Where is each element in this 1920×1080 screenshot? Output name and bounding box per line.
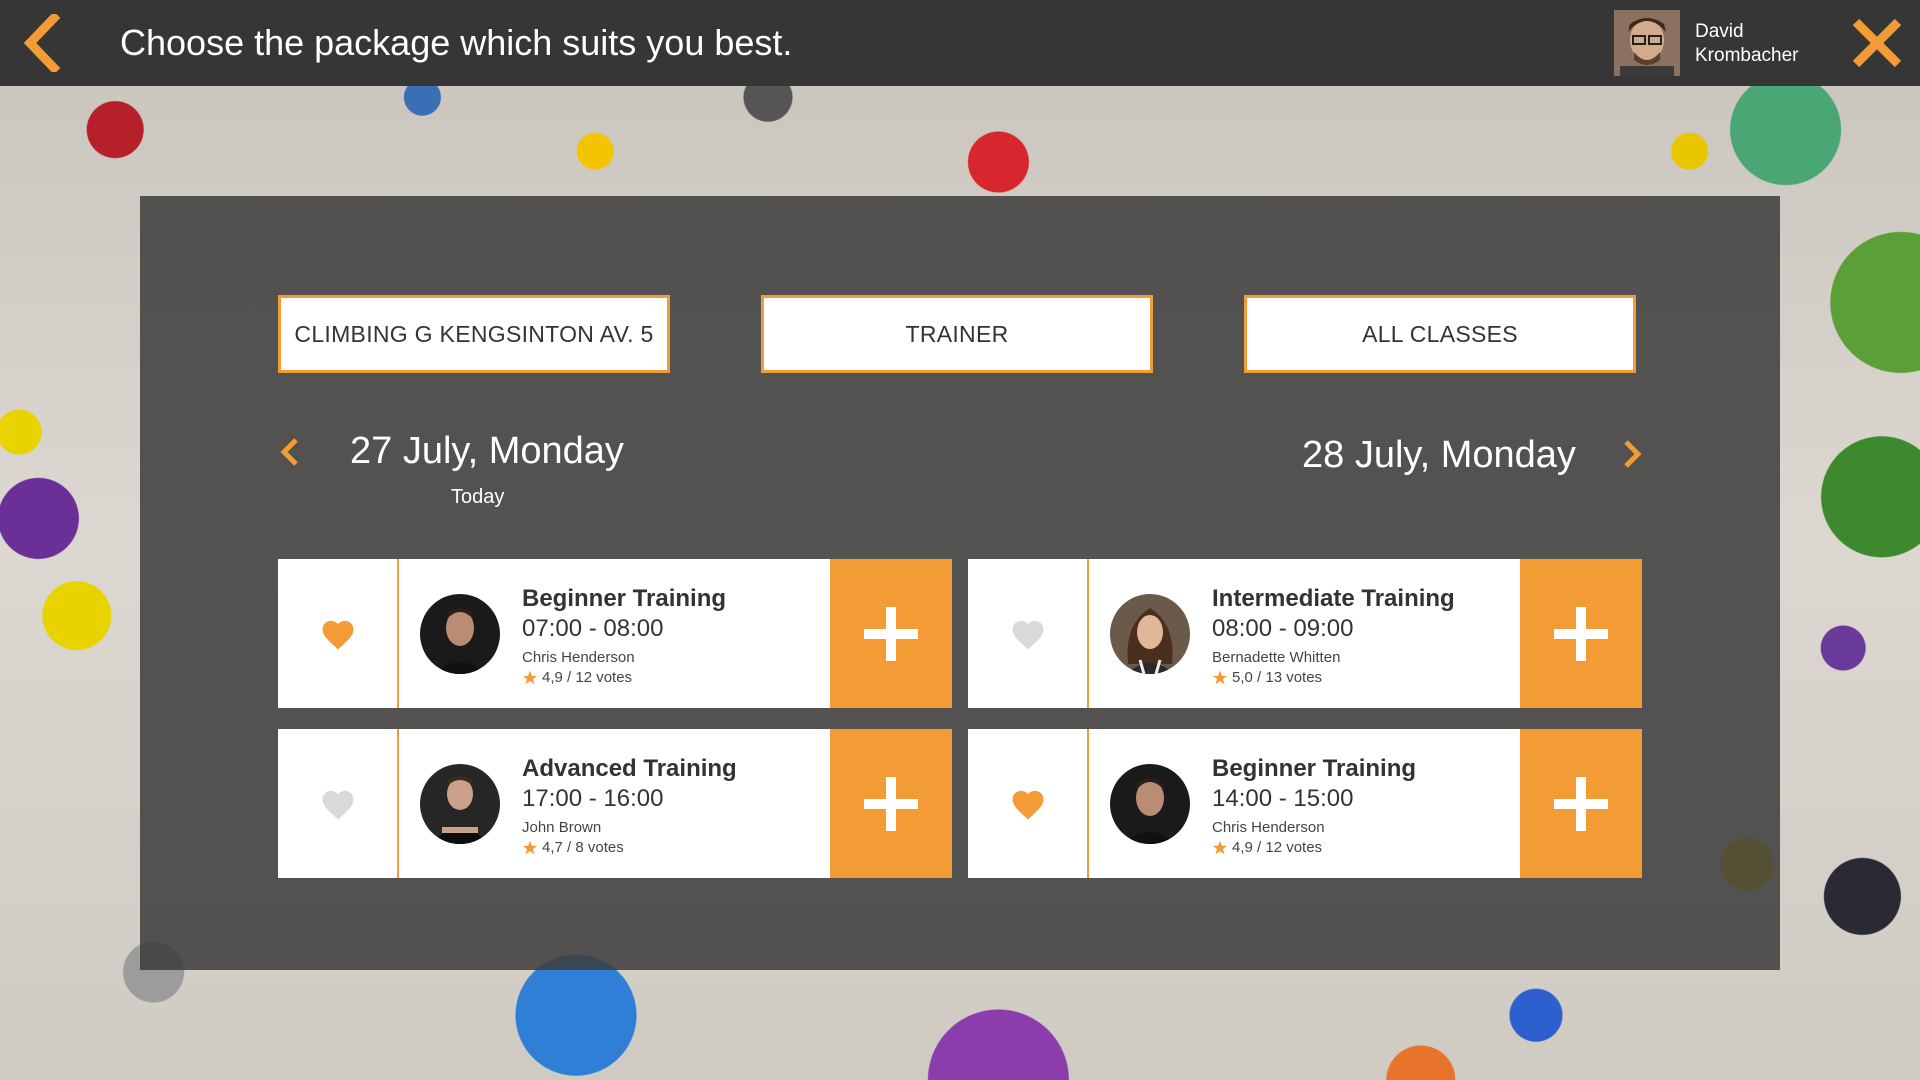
- rating: 4,7 / 8 votes: [522, 839, 624, 856]
- filter-trainer-button[interactable]: TRAINER: [761, 295, 1153, 373]
- class-card: Advanced Training 17:00 - 16:00 John Bro…: [278, 729, 952, 878]
- user-name: David Krombacher: [1695, 20, 1825, 68]
- add-class-button[interactable]: [830, 729, 952, 878]
- class-title: Beginner Training: [522, 585, 727, 612]
- favorite-button[interactable]: [968, 729, 1089, 878]
- user-last-name: Krombacher: [1695, 45, 1799, 66]
- back-button[interactable]: [18, 11, 78, 75]
- user-avatar-image: [1614, 10, 1680, 76]
- chevron-left-icon: [23, 11, 61, 75]
- trainer-avatar: [1110, 764, 1190, 844]
- heart-icon: [322, 620, 353, 649]
- star-icon: [1212, 670, 1228, 685]
- trainer-name: John Brown: [522, 819, 602, 836]
- plus-icon: [864, 606, 918, 661]
- heart-icon: [1012, 790, 1043, 819]
- today-label: Today: [451, 486, 505, 508]
- next-date: 28 July, Monday: [1302, 434, 1576, 476]
- rating-text: 4,9 / 12 votes: [542, 669, 633, 686]
- add-class-button[interactable]: [1520, 729, 1642, 878]
- rating-text: 4,7 / 8 votes: [542, 839, 624, 856]
- current-date: 27 July, Monday: [350, 430, 624, 472]
- trainer-name: Chris Henderson: [522, 649, 635, 666]
- user-first-name: David: [1695, 21, 1744, 42]
- plus-icon: [1554, 606, 1608, 661]
- user-avatar[interactable]: [1614, 10, 1680, 76]
- star-icon: [522, 840, 538, 855]
- rating-text: 4,9 / 12 votes: [1232, 839, 1323, 856]
- filter-classes-button[interactable]: ALL CLASSES: [1244, 295, 1636, 373]
- class-time: 08:00 - 09:00: [1212, 615, 1354, 642]
- rating: 5,0 / 13 votes: [1212, 669, 1322, 686]
- trainer-avatar: [420, 764, 500, 844]
- rating: 4,9 / 12 votes: [1212, 839, 1322, 856]
- rating: 4,9 / 12 votes: [522, 669, 632, 686]
- top-bar: Choose the package which suits you best.…: [0, 0, 1920, 86]
- class-card: Beginner Training 14:00 - 15:00 Chris He…: [968, 729, 1642, 878]
- favorite-button[interactable]: [968, 559, 1089, 708]
- heart-icon: [322, 790, 353, 819]
- add-class-button[interactable]: [1520, 559, 1642, 708]
- class-card: Beginner Training 07:00 - 08:00 Chris He…: [278, 559, 952, 708]
- rating-text: 5,0 / 13 votes: [1232, 669, 1323, 686]
- favorite-button[interactable]: [278, 729, 399, 878]
- plus-icon: [864, 776, 918, 831]
- trainer-photo: [420, 594, 500, 674]
- trainer-avatar: [420, 594, 500, 674]
- class-title: Beginner Training: [1212, 755, 1417, 782]
- close-icon: [1852, 18, 1902, 68]
- class-card: Intermediate Training 08:00 - 09:00 Bern…: [968, 559, 1642, 708]
- chevron-right-icon: [1624, 440, 1642, 468]
- trainer-photo: [1110, 594, 1190, 674]
- class-time: 17:00 - 16:00: [522, 785, 664, 812]
- heart-icon: [1012, 620, 1043, 649]
- page-title: Choose the package which suits you best.: [120, 22, 793, 63]
- star-icon: [522, 670, 538, 685]
- trainer-photo: [420, 764, 500, 844]
- star-icon: [1212, 840, 1228, 855]
- class-time: 07:00 - 08:00: [522, 615, 664, 642]
- favorite-button[interactable]: [278, 559, 399, 708]
- close-button[interactable]: [1850, 18, 1904, 68]
- next-day-button[interactable]: [1620, 438, 1644, 475]
- class-title: Advanced Training: [522, 755, 737, 782]
- trainer-photo: [1110, 764, 1190, 844]
- trainer-avatar: [1110, 594, 1190, 674]
- class-title: Intermediate Training: [1212, 585, 1455, 612]
- chevron-left-icon: [280, 438, 298, 466]
- trainer-name: Bernadette Whitten: [1212, 649, 1341, 666]
- previous-day-button[interactable]: [278, 436, 302, 473]
- filter-location-button[interactable]: CLIMBING G KENGSINTON AV. 5: [278, 295, 670, 373]
- trainer-name: Chris Henderson: [1212, 819, 1325, 836]
- class-time: 14:00 - 15:00: [1212, 785, 1354, 812]
- add-class-button[interactable]: [830, 559, 952, 708]
- plus-icon: [1554, 776, 1608, 831]
